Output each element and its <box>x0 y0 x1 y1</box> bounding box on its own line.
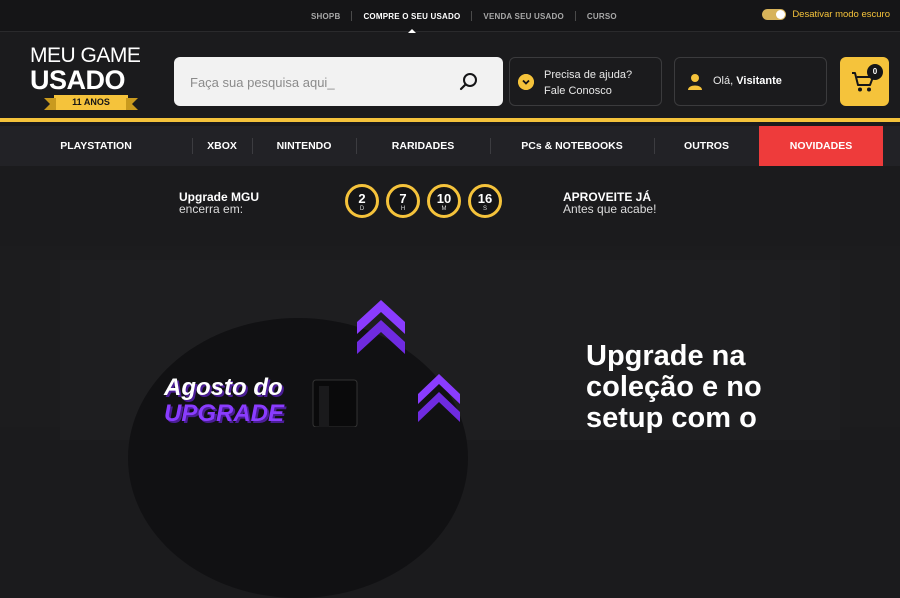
banner-circle-graphic <box>128 318 468 598</box>
cart-button[interactable]: 0 <box>840 57 889 106</box>
chevron-up-icon <box>357 300 405 354</box>
timer-days: 2 D <box>345 184 379 218</box>
countdown-bar: Upgrade MGU encerra em: 2 D 7 H 10 M 16 … <box>0 166 900 246</box>
search-icon[interactable] <box>459 72 479 92</box>
toplink-venda[interactable]: VENDA SEU USADO <box>472 12 575 21</box>
timer-minutes: 10 M <box>427 184 461 218</box>
cta-subtitle: Antes que acabe! <box>563 202 657 216</box>
nav-item-xbox[interactable]: XBOX <box>192 126 252 166</box>
nav-item-novidades[interactable]: NOVIDADES <box>759 126 883 166</box>
countdown-subtitle: encerra em: <box>179 202 244 216</box>
countdown-timers: 2 D 7 H 10 M 16 S <box>345 184 502 218</box>
nav-item-outros[interactable]: OUTROS <box>654 126 759 166</box>
logo-line2: USADO <box>30 65 126 95</box>
timer-value: 2 <box>358 191 366 206</box>
cart-count-badge: 0 <box>867 64 883 80</box>
chevron-up-icon <box>418 374 460 422</box>
dark-mode-toggle[interactable]: Desativar modo escuro <box>762 9 890 20</box>
search-bar <box>174 57 503 106</box>
dark-mode-label: Desativar modo escuro <box>792 9 890 20</box>
help-text: Precisa de ajuda? Fale Conosco <box>544 67 632 99</box>
chevron-down-icon <box>518 74 534 90</box>
nav-item-pcs-notebooks[interactable]: PCs & NOTEBOOKS <box>490 126 654 166</box>
promo-line1: Agosto do <box>164 374 283 401</box>
nav-item-raridades[interactable]: RARIDADES <box>356 126 490 166</box>
toplink-curso[interactable]: CURSO <box>576 12 628 21</box>
countdown-cta: APROVEITE JÁ Antes que acabe! <box>563 191 656 215</box>
help-line1: Precisa de ajuda? <box>544 69 633 81</box>
user-icon <box>688 74 702 90</box>
user-name: Visitante <box>736 75 782 87</box>
top-links: SHOPB COMPRE O SEU USADO VENDA SEU USADO… <box>300 0 628 33</box>
nav-item-playstation[interactable]: PLAYSTATION <box>0 126 192 166</box>
toplink-compre[interactable]: COMPRE O SEU USADO <box>352 12 471 33</box>
console-graphic <box>312 379 358 427</box>
nav-item-nintendo[interactable]: NINTENDO <box>252 126 356 166</box>
search-input[interactable] <box>190 71 450 93</box>
toplink-shopb[interactable]: SHOPB <box>300 12 351 21</box>
help-contact-button[interactable]: Precisa de ajuda? Fale Conosco <box>509 57 662 106</box>
timer-value: 10 <box>436 191 452 206</box>
help-line2: Fale Conosco <box>544 85 612 97</box>
logo-ribbon: 11 ANOS <box>44 95 138 110</box>
banner-headline: Upgrade na coleção e no setup com o <box>586 340 762 434</box>
user-greeting-prefix: Olá, <box>713 75 734 87</box>
timer-seconds: 16 S <box>468 184 502 218</box>
timer-value: 7 <box>399 191 407 206</box>
promo-line2: UPGRADE <box>164 400 285 427</box>
toggle-switch-icon[interactable] <box>762 9 787 20</box>
user-greeting: Olá, Visitante <box>713 75 782 87</box>
timer-unit: M <box>441 206 447 212</box>
top-bar: SHOPB COMPRE O SEU USADO VENDA SEU USADO… <box>0 0 900 33</box>
header: MEU GAME USADO 11 ANOS Precisa de ajuda?… <box>0 33 900 122</box>
logo-line1: MEU GAME <box>30 44 141 67</box>
timer-value: 16 <box>477 191 493 206</box>
site-logo[interactable]: MEU GAME USADO 11 ANOS <box>30 45 152 115</box>
countdown-label: Upgrade MGU encerra em: <box>179 191 259 215</box>
timer-unit: H <box>400 206 406 212</box>
timer-unit: S <box>482 206 487 212</box>
category-nav: PLAYSTATION XBOX NINTENDO RARIDADES PCs … <box>0 126 900 166</box>
promo-title: Agosto do UPGRADE <box>164 375 284 427</box>
timer-hours: 7 H <box>386 184 420 218</box>
user-account-button[interactable]: Olá, Visitante <box>674 57 827 106</box>
timer-unit: D <box>359 206 365 212</box>
